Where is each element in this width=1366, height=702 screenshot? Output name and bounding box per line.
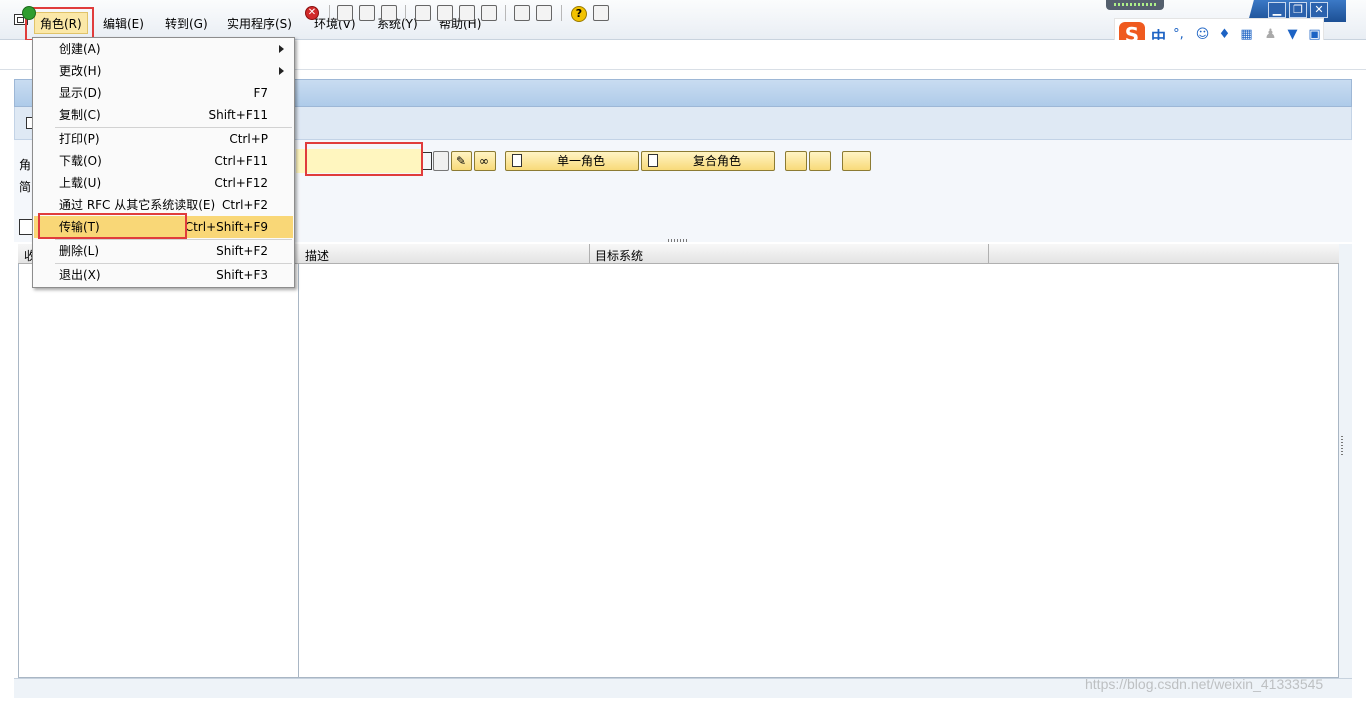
prev-page-icon[interactable] xyxy=(437,5,453,21)
export-button[interactable] xyxy=(809,151,831,171)
menu-item-label: 打印(P) xyxy=(59,132,100,146)
column-separator xyxy=(589,244,590,264)
submenu-arrow-icon xyxy=(279,67,284,75)
next-page-icon[interactable] xyxy=(459,5,475,21)
menu-item-label: 删除(L) xyxy=(59,244,100,258)
pencil-icon: ✎ xyxy=(456,154,467,168)
menu-item-shortcut: Shift+F11 xyxy=(208,108,268,122)
single-role-button[interactable]: 单一角色 xyxy=(505,151,639,171)
menu-item-upload[interactable]: 上载(U) Ctrl+F12 xyxy=(34,172,293,194)
enter-icon[interactable] xyxy=(22,6,36,20)
toolbar-separator xyxy=(329,5,330,21)
glasses-icon: ∞ xyxy=(479,154,489,168)
composite-role-button[interactable]: 复合角色 xyxy=(641,151,775,171)
cancel-icon[interactable]: ✕ xyxy=(305,6,319,20)
shortcut-icon[interactable] xyxy=(536,5,552,21)
menu-item-change[interactable]: 更改(H) xyxy=(34,60,293,82)
menu-item-shortcut: F7 xyxy=(253,86,268,100)
display-role-button[interactable]: ∞ xyxy=(474,151,496,171)
menu-item-label: 上载(U) xyxy=(59,176,102,190)
column-separator xyxy=(988,244,989,264)
menu-item-print[interactable]: 打印(P) Ctrl+P xyxy=(34,128,293,150)
menu-item-exit[interactable]: 退出(X) Shift+F3 xyxy=(34,264,293,286)
single-role-label: 单一角色 xyxy=(556,154,605,168)
column-description[interactable]: 描述 xyxy=(305,247,329,264)
composite-role-label: 复合角色 xyxy=(692,154,741,168)
role-grid[interactable] xyxy=(299,244,1339,678)
first-page-icon[interactable] xyxy=(415,5,431,21)
role-dropdown-menu: 创建(A) 更改(H) 显示(D) F7 复制(C) Shift+F11 打印(… xyxy=(32,37,295,288)
menu-item-shortcut: Ctrl+F2 xyxy=(222,198,268,212)
menu-item-shortcut: Shift+F2 xyxy=(216,244,268,258)
menu-item-label: 更改(H) xyxy=(59,64,102,78)
status-tab xyxy=(1106,0,1164,10)
menu-item-label: 显示(D) xyxy=(59,86,102,100)
transport-annotation xyxy=(38,213,187,239)
menu-item-shortcut: Shift+F3 xyxy=(216,268,268,282)
submenu-arrow-icon xyxy=(279,45,284,53)
menu-utilities[interactable]: 实用程序(S) xyxy=(227,15,292,32)
copy-role-button[interactable] xyxy=(433,151,449,171)
toolbar-separator xyxy=(405,5,406,21)
role-field-label: 角 xyxy=(19,158,32,172)
menu-item-download[interactable]: 下载(O) Ctrl+F11 xyxy=(34,150,293,172)
splitter-handle[interactable] xyxy=(668,239,688,242)
menu-item-delete[interactable]: 删除(L) Shift+F2 xyxy=(34,240,293,262)
role-input-end xyxy=(422,152,432,170)
new-session-icon[interactable] xyxy=(514,5,530,21)
right-scroll-strip xyxy=(1339,244,1352,678)
print-icon[interactable] xyxy=(337,5,353,21)
menu-item-create[interactable]: 创建(A) xyxy=(34,38,293,60)
toolbar-separator xyxy=(561,5,562,21)
menu-item-shortcut: Ctrl+Shift+F9 xyxy=(184,220,268,234)
find-next-icon[interactable] xyxy=(381,5,397,21)
watermark: https://blog.csdn.net/weixin_41333545 xyxy=(1085,676,1324,692)
menu-goto[interactable]: 转到(G) xyxy=(165,15,208,32)
menu-edit[interactable]: 编辑(E) xyxy=(103,15,144,32)
new-document-icon xyxy=(648,154,658,167)
last-page-icon[interactable] xyxy=(481,5,497,21)
menu-item-shortcut: Ctrl+P xyxy=(229,132,268,146)
settings-button[interactable] xyxy=(842,151,871,171)
edit-role-button[interactable]: ✎ xyxy=(451,151,472,171)
short-text-label: 简 xyxy=(19,180,32,194)
minimize-icon[interactable]: ▁ xyxy=(1268,2,1286,18)
menu-item-label: 退出(X) xyxy=(59,268,101,282)
menu-item-label: 创建(A) xyxy=(59,42,101,56)
toolbar-separator xyxy=(505,5,506,21)
mass-transport-button[interactable] xyxy=(785,151,807,171)
menu-item-copy[interactable]: 复制(C) Shift+F11 xyxy=(34,104,293,126)
resize-grip[interactable] xyxy=(1341,436,1343,456)
column-target-system[interactable]: 目标系统 xyxy=(595,247,643,264)
role-input-annotation xyxy=(305,142,423,176)
left-tree-pane[interactable] xyxy=(18,244,299,678)
close-icon[interactable]: ✕ xyxy=(1310,2,1328,18)
help-icon[interactable]: ? xyxy=(571,6,587,22)
menu-item-display[interactable]: 显示(D) F7 xyxy=(34,82,293,104)
menu-item-shortcut: Ctrl+F12 xyxy=(214,176,268,190)
maximize-icon[interactable]: ❐ xyxy=(1289,2,1307,18)
menu-item-label: 复制(C) xyxy=(59,108,101,122)
tree-expand-icon[interactable] xyxy=(19,219,33,235)
find-icon[interactable] xyxy=(359,5,375,21)
grid-header xyxy=(299,244,1339,264)
layout-menu-icon[interactable] xyxy=(593,5,609,21)
menu-item-shortcut: Ctrl+F11 xyxy=(214,154,268,168)
new-document-icon xyxy=(512,154,522,167)
menu-item-label: 下载(O) xyxy=(59,154,102,168)
